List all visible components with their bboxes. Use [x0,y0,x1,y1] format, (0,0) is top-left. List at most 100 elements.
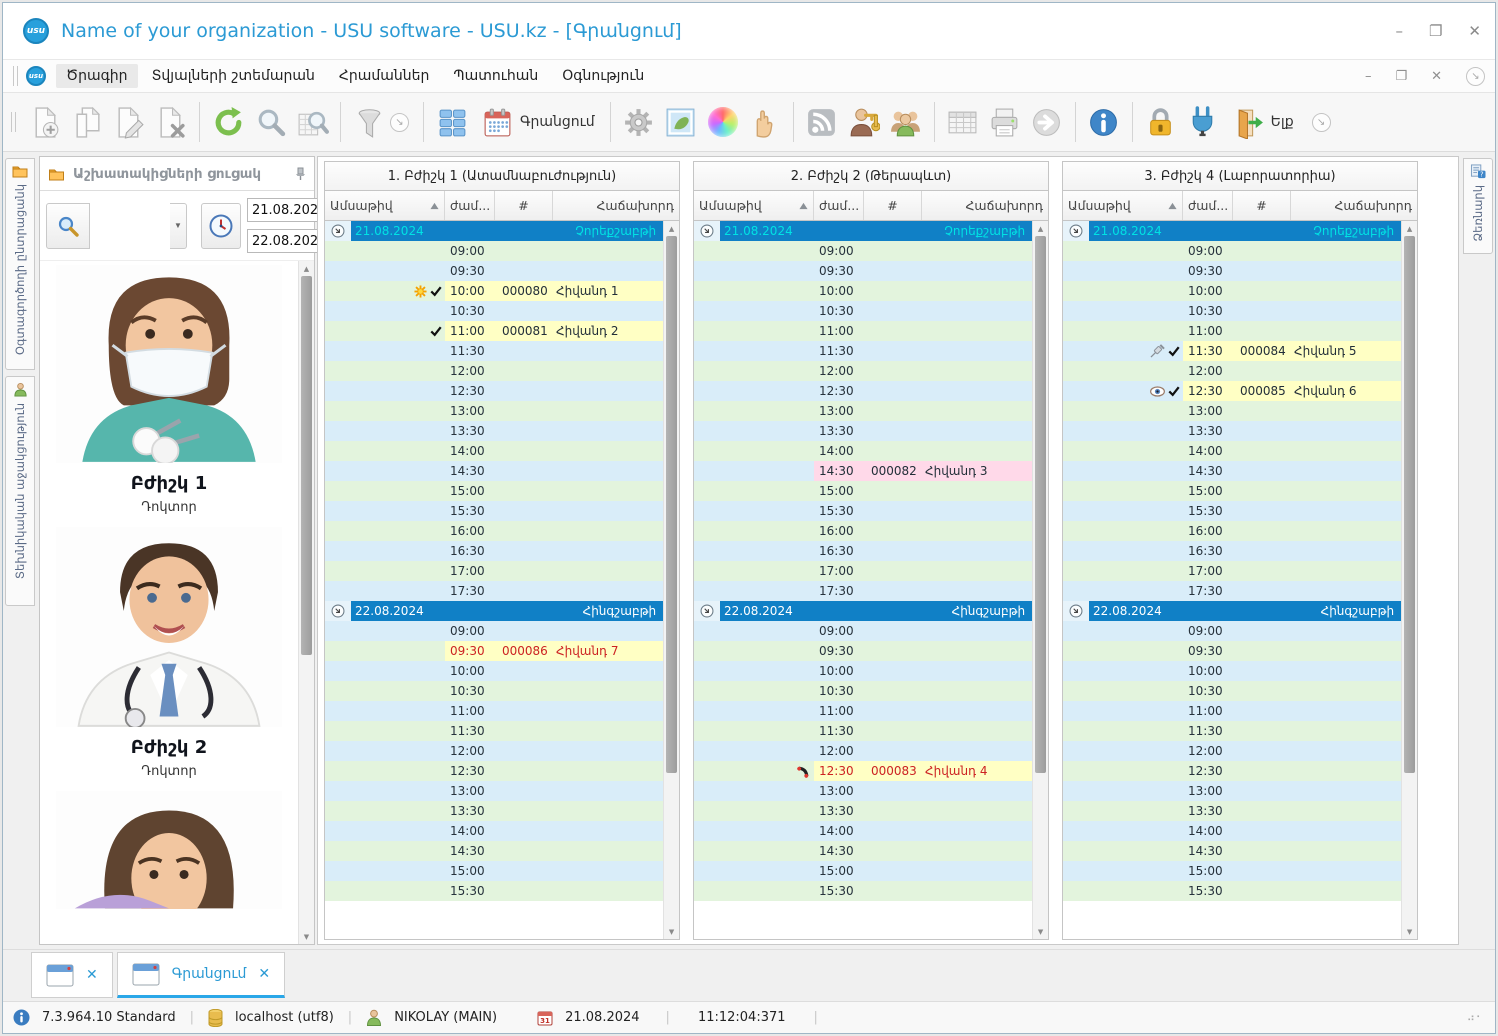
employee-photo[interactable] [56,527,282,729]
time-slot-row[interactable]: 13:30 [325,801,664,821]
tab-user-menu[interactable]: Օգտագործողի ընտրացանկ [5,158,35,370]
go-to-date-icon[interactable] [331,604,345,618]
employee-name[interactable]: Բժիշկ 1 [131,473,207,494]
time-slot-row[interactable]: 11:00 [694,321,1033,341]
menu-window[interactable]: Պատուհան [443,64,548,88]
scroll-down-icon[interactable]: ▼ [664,924,679,939]
time-slot-row[interactable]: 11:00 [1063,701,1402,721]
time-slot-row[interactable]: 17:00 [325,561,664,581]
time-slot-row[interactable]: 10:30 [325,301,664,321]
time-slot-row[interactable]: 13:30 [325,421,664,441]
time-slot-row[interactable]: 16:30 [1063,541,1402,561]
time-slot-row[interactable]: 13:00 [1063,781,1402,801]
time-slot-row[interactable]: 17:30 [325,581,664,601]
mdi-close-button[interactable]: ✕ [1431,69,1442,84]
header-time[interactable]: ժամ... [445,191,495,220]
time-slot-row[interactable]: 11:30 [1063,721,1402,741]
time-slot-row[interactable]: 09:00 [325,621,664,641]
rss-button[interactable] [801,99,843,145]
scroll-down-icon[interactable]: ▼ [1033,924,1048,939]
add-record-button[interactable] [24,99,66,145]
window-tab-1[interactable]: ✕ [31,952,113,998]
menu-commands[interactable]: Հրամաններ [329,64,440,88]
time-slot-row[interactable]: 10:30 [694,681,1033,701]
time-slot-row[interactable]: 15:00 [694,481,1033,501]
time-slot-row[interactable]: 09:00 [1063,241,1402,261]
time-slot-row[interactable]: 12:00 [325,741,664,761]
scroll-up-icon[interactable]: ▲ [1402,221,1417,236]
time-slot-row[interactable]: 10:00 [1063,281,1402,301]
time-slot-row[interactable]: 12:00 [1063,361,1402,381]
info-button[interactable] [1083,99,1125,145]
time-slot-row[interactable]: 12:30 [325,381,664,401]
time-slot-row[interactable]: 10:30 [694,301,1033,321]
time-slot-row[interactable]: 17:30 [694,581,1033,601]
date-row[interactable]: 22.08.2024 Հինգշաբթի [325,601,664,621]
go-to-date-icon[interactable] [700,224,714,238]
header-client[interactable]: Հաճախորդ [1291,191,1417,220]
time-slot-row[interactable]: 14:30 [325,461,664,481]
header-number[interactable]: # [1233,191,1291,220]
time-slot-row[interactable]: 10:00 [694,661,1033,681]
time-slot-row[interactable]: 16:00 [325,521,664,541]
time-slot-row[interactable]: 17:30 [1063,581,1402,601]
scroll-up-icon[interactable]: ▲ [299,261,314,276]
header-client[interactable]: Հաճախորդ [553,191,679,220]
time-slot-row[interactable]: 14:00 [1063,441,1402,461]
menu-overflow-button[interactable]: ↘ [1466,66,1485,86]
time-slot-row[interactable]: 13:30 [1063,801,1402,821]
time-slot-row[interactable]: 15:00 [325,481,664,501]
time-slot-row[interactable]: 12:30 [325,761,664,781]
time-slot-row[interactable]: 14:00 [325,821,664,841]
filter-button[interactable] [348,99,390,145]
schedule-scrollbar[interactable]: ▲ ▼ [663,221,679,939]
time-slot-row[interactable]: 09:30 [325,261,664,281]
time-slot-row[interactable]: 13:00 [325,781,664,801]
map-button[interactable] [660,99,702,145]
appointment-row[interactable]: 12:30 000083 Հիվանդ 4 [694,761,1033,781]
time-slot-row[interactable]: 09:00 [1063,621,1402,641]
employee-photo[interactable] [56,791,282,909]
employee-search-dropdown-button[interactable]: ▼ [170,202,187,249]
window-tab-registration[interactable]: Գրանցում ✕ [116,952,286,998]
time-slot-row[interactable]: 15:00 [325,861,664,881]
time-slot-row[interactable]: 11:00 [694,701,1033,721]
time-slot-row[interactable]: 11:30 [325,721,664,741]
time-slot-row[interactable]: 10:00 [694,281,1033,301]
go-to-date-icon[interactable] [1069,224,1083,238]
header-date[interactable]: Ամսաթիվ [1063,191,1183,220]
time-slot-row[interactable]: 10:00 [1063,661,1402,681]
time-slot-row[interactable]: 09:00 [694,621,1033,641]
filter-dropdown-button[interactable]: ↘ [390,112,409,132]
date-row[interactable]: 22.08.2024 Հինգշաբթի [694,601,1033,621]
sort-asc-icon[interactable] [799,202,808,210]
toolbar-grip[interactable] [13,66,18,86]
time-slot-row[interactable]: 12:30 [694,381,1033,401]
colors-button[interactable] [702,99,744,145]
time-slot-row[interactable]: 13:00 [325,401,664,421]
time-slot-row[interactable]: 14:30 [1063,841,1402,861]
time-slot-row[interactable]: 15:30 [694,881,1033,901]
time-slot-row[interactable]: 09:30 [694,641,1033,661]
sort-asc-icon[interactable] [1168,202,1177,210]
menu-database[interactable]: Տվյալների շտեմարան [142,64,325,88]
time-slot-row[interactable]: 12:00 [325,361,664,381]
time-slot-row[interactable]: 14:00 [1063,821,1402,841]
date-row[interactable]: 21.08.2024 Չորեքշաբթի [694,221,1033,241]
time-slot-row[interactable]: 13:00 [1063,401,1402,421]
time-slot-row[interactable]: 11:00 [325,701,664,721]
time-slot-row[interactable]: 14:00 [325,441,664,461]
time-slot-row[interactable]: 09:30 [694,261,1033,281]
time-slot-row[interactable]: 15:00 [1063,861,1402,881]
schedule-scrollbar[interactable]: ▲ ▼ [1401,221,1417,939]
time-slot-row[interactable]: 15:30 [694,501,1033,521]
exit-button[interactable]: Ելք [1224,99,1302,145]
layout-blocks-button[interactable] [431,99,473,145]
appointment-row[interactable]: 10:00 000080 Հիվանդ 1 [325,281,664,301]
time-slot-row[interactable]: 14:30 [325,841,664,861]
search-in-table-button[interactable] [291,99,333,145]
time-slot-row[interactable]: 15:30 [1063,881,1402,901]
time-slot-row[interactable]: 12:00 [1063,741,1402,761]
edit-record-button[interactable] [108,99,150,145]
time-slot-row[interactable]: 13:30 [694,421,1033,441]
